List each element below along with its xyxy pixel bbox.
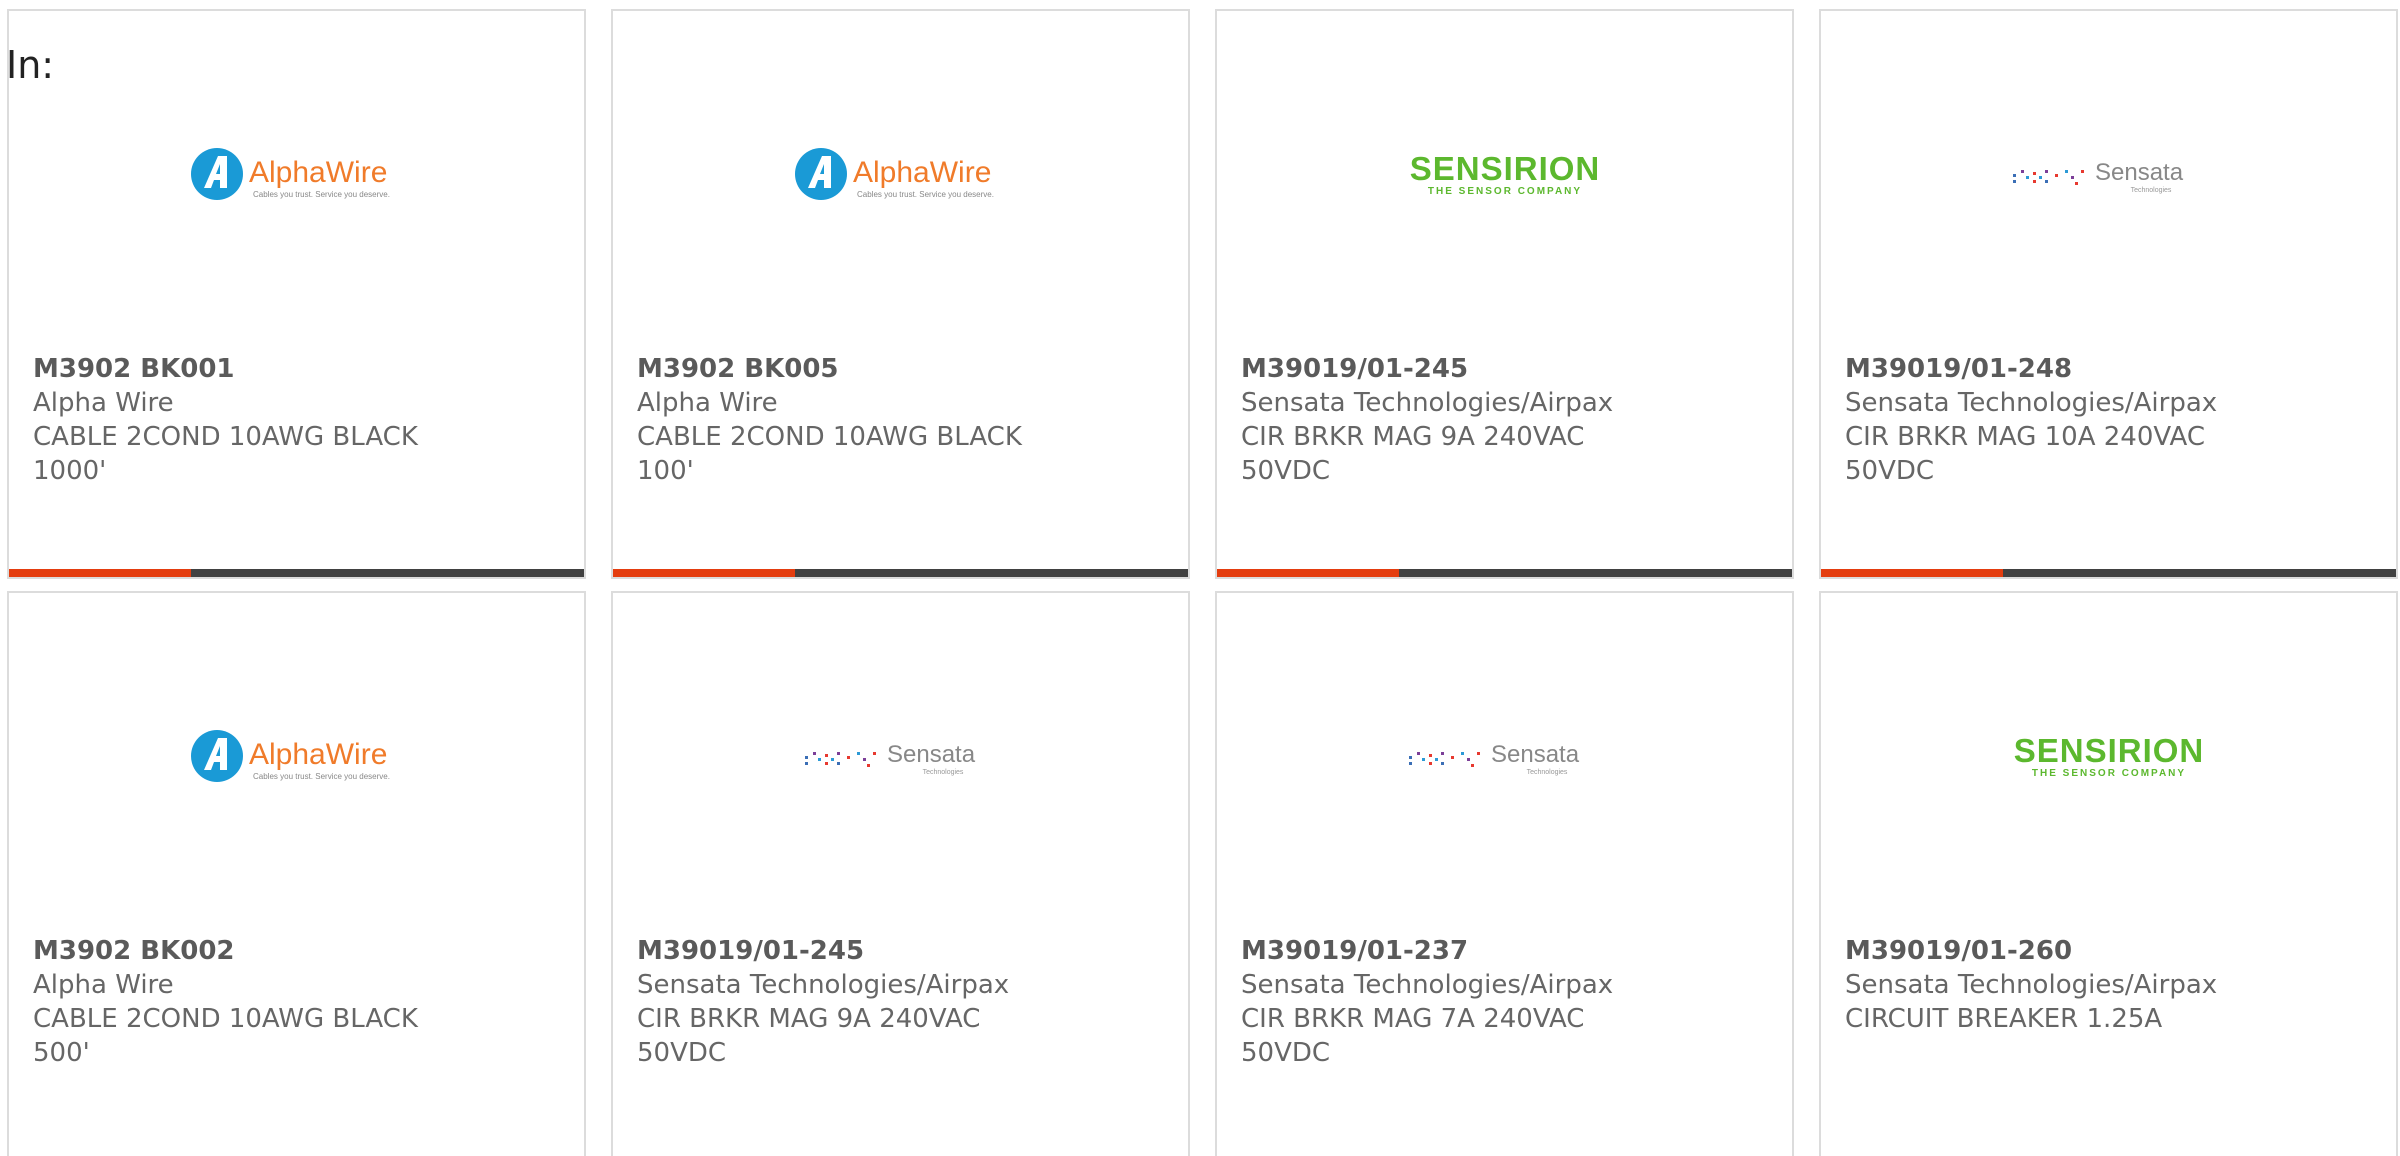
manufacturer-name: Sensata Technologies/Airpax: [1845, 970, 2218, 1000]
card-accent-highlight: [9, 569, 191, 577]
product-card[interactable]: SENSIRION THE SENSOR COMPANY M39019/01-26…: [1819, 591, 2398, 1156]
sensirion-logo-image: SENSIRIONTHE SENSOR COMPANY: [2013, 732, 2204, 779]
svg-text:Technologies: Technologies: [2130, 187, 2171, 194]
sensirion-logo-image: SENSIRIONTHE SENSOR COMPANY: [1409, 150, 1600, 197]
manufacturer-logo: SENSIRION THE SENSOR COMPANY: [1217, 121, 1792, 231]
svg-text:SENSIRION: SENSIRION: [1409, 150, 1600, 187]
product-card[interactable]: AlphaWire Cables you trust. Service you d…: [611, 9, 1190, 579]
part-number: M39019/01-260: [1845, 936, 2073, 966]
product-card[interactable]: Sensata Technologies M39019/01-237 Sensat…: [1215, 591, 1794, 1156]
part-number: M3902 BK005: [637, 354, 839, 384]
svg-text:Technologies: Technologies: [1526, 769, 1567, 776]
svg-text:Cables you trust. Service you: Cables you trust. Service you deserve.: [857, 190, 994, 199]
svg-text:SENSIRION: SENSIRION: [2013, 732, 2204, 769]
svg-text:THE SENSOR COMPANY: THE SENSOR COMPANY: [2031, 768, 2185, 779]
product-card[interactable]: SENSIRION THE SENSOR COMPANY M39019/01-24…: [1215, 9, 1794, 579]
description-line-1: CABLE 2COND 10AWG BLACK: [33, 422, 418, 452]
description-line-2: 50VDC: [1845, 456, 1935, 486]
card-accent-highlight: [613, 569, 795, 577]
svg-text:AlphaWire: AlphaWire: [853, 156, 991, 189]
product-card[interactable]: AlphaWire Cables you trust. Service you d…: [7, 9, 586, 579]
manufacturer-name: Sensata Technologies/Airpax: [1845, 388, 2218, 418]
description-line-2: 1000': [33, 456, 107, 486]
card-accent-highlight: [1821, 569, 2003, 577]
card-accent-bar: [1217, 569, 1792, 577]
manufacturer-name: Sensata Technologies/Airpax: [1241, 970, 1614, 1000]
description-line-1: CIRCUIT BREAKER 1.25A: [1845, 1004, 2163, 1034]
card-accent-bar: [9, 569, 584, 577]
manufacturer-logo: AlphaWire Cables you trust. Service you d…: [9, 121, 584, 231]
description-line-1: CIR BRKR MAG 9A 240VAC 50VDC: [637, 1004, 981, 1068]
alphawire-logo-image: AlphaWireCables you trust. Service you d…: [190, 730, 390, 782]
manufacturer-name: Alpha Wire: [33, 970, 174, 1000]
svg-text:Sensata: Sensata: [1491, 741, 1580, 768]
manufacturer-logo: AlphaWire Cables you trust. Service you d…: [613, 121, 1188, 231]
part-number: M39019/01-248: [1845, 354, 2073, 384]
svg-text:AlphaWire: AlphaWire: [249, 738, 387, 771]
manufacturer-name: Alpha Wire: [33, 388, 174, 418]
description-line-1: CIR BRKR MAG 7A 240VAC 50VDC: [1241, 1004, 1585, 1068]
product-grid: AlphaWire Cables you trust. Service you d…: [7, 9, 2398, 1156]
manufacturer-logo: AlphaWire Cables you trust. Service you d…: [9, 703, 584, 813]
product-card[interactable]: Sensata Technologies M39019/01-245 Sensat…: [611, 591, 1190, 1156]
sensata-logo-image: SensataTechnologies: [2012, 159, 2184, 194]
manufacturer-name: Alpha Wire: [637, 388, 778, 418]
manufacturer-name: Sensata Technologies/Airpax: [1241, 388, 1614, 418]
part-number: M3902 BK002: [33, 936, 235, 966]
manufacturer-logo: Sensata Technologies: [1217, 703, 1792, 813]
alphawire-logo-image: AlphaWireCables you trust. Service you d…: [794, 148, 994, 200]
card-accent-bar: [613, 569, 1188, 577]
description-line-1: CIR BRKR MAG 10A 240VAC: [1845, 422, 2205, 452]
description-line-2: 500': [33, 1038, 90, 1068]
svg-text:Cables you trust. Service you: Cables you trust. Service you deserve.: [253, 772, 390, 781]
sensata-logo-image: SensataTechnologies: [804, 741, 976, 776]
part-number: M3902 BK001: [33, 354, 235, 384]
svg-text:Technologies: Technologies: [922, 769, 963, 776]
svg-text:Sensata: Sensata: [887, 741, 976, 768]
manufacturer-logo: Sensata Technologies: [613, 703, 1188, 813]
description-line-1: CABLE 2COND 10AWG BLACK: [33, 1004, 418, 1034]
description-line-1: CABLE 2COND 10AWG BLACK: [637, 422, 1022, 452]
part-number: M39019/01-245: [1241, 354, 1469, 384]
svg-text:Sensata: Sensata: [2095, 159, 2184, 186]
manufacturer-logo: SENSIRION THE SENSOR COMPANY: [1821, 703, 2396, 813]
product-card[interactable]: AlphaWire Cables you trust. Service you d…: [7, 591, 586, 1156]
product-card[interactable]: Sensata Technologies M39019/01-248 Sensat…: [1819, 9, 2398, 579]
results-page: In: AlphaWire Cables you trust. Service y…: [0, 0, 2400, 1156]
card-accent-bar: [1821, 569, 2396, 577]
svg-text:AlphaWire: AlphaWire: [249, 156, 387, 189]
manufacturer-name: Sensata Technologies/Airpax: [637, 970, 1010, 1000]
description-line-1: CIR BRKR MAG 9A 240VAC 50VDC: [1241, 422, 1585, 486]
svg-text:Cables you trust. Service you: Cables you trust. Service you deserve.: [253, 190, 390, 199]
part-number: M39019/01-245: [637, 936, 865, 966]
card-accent-highlight: [1217, 569, 1399, 577]
sensata-logo-image: SensataTechnologies: [1408, 741, 1580, 776]
alphawire-logo-image: AlphaWireCables you trust. Service you d…: [190, 148, 390, 200]
part-number: M39019/01-237: [1241, 936, 1469, 966]
filter-prefix-label: In:: [6, 43, 55, 87]
svg-text:THE SENSOR COMPANY: THE SENSOR COMPANY: [1427, 186, 1581, 197]
manufacturer-logo: Sensata Technologies: [1821, 121, 2396, 231]
description-line-2: 100': [637, 456, 694, 486]
